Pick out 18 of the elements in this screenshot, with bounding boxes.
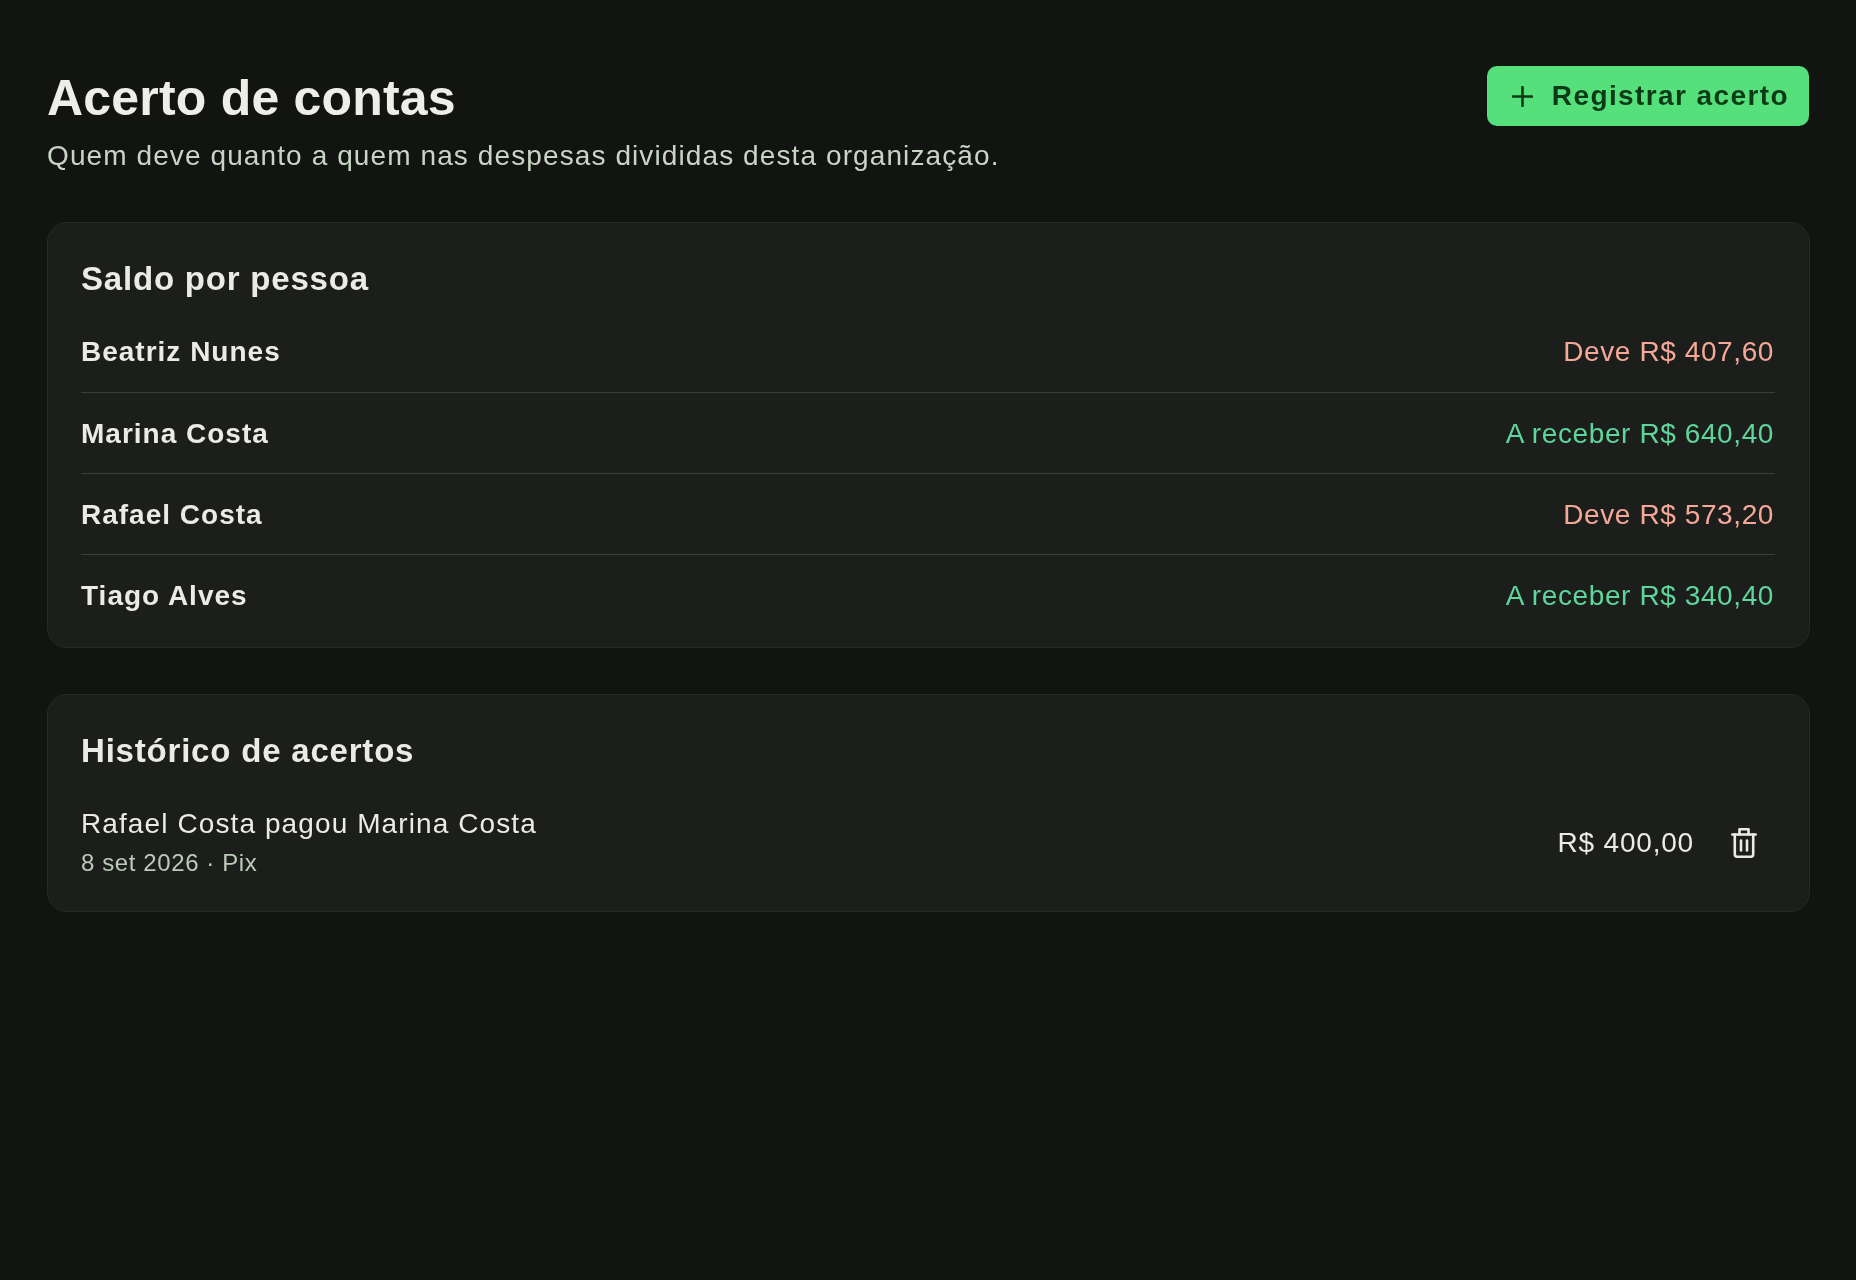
settlement-details: 8 set 2026 · Pix	[81, 848, 259, 878]
settlement-description: Rafael Costa pagou Marina Costa	[81, 807, 537, 841]
balance-amount: A receber R$ 340,40	[1505, 578, 1774, 613]
trash-icon	[1731, 827, 1757, 858]
person-name: Tiago Alves	[81, 578, 248, 613]
page-subtitle: Quem deve quanto a quem nas despesas divididas desta organização.	[47, 139, 1000, 173]
person-name: Marina Costa	[81, 416, 269, 451]
plus-icon	[1511, 85, 1533, 107]
person-name: Beatriz Nunes	[81, 335, 281, 369]
settlement-amount: R$ 400,00	[1557, 825, 1694, 860]
register-settlement-button[interactable]: Registrar acerto	[1486, 66, 1809, 126]
card-title: Saldo por pessoa	[81, 259, 370, 299]
balance-amount: Deve R$ 407,60	[1563, 335, 1774, 369]
page-title: Acerto de contas	[47, 70, 457, 126]
balance-amount: A receber R$ 640,40	[1505, 416, 1774, 451]
card-title: Histórico de acertos	[81, 731, 416, 771]
person-name: Rafael Costa	[81, 497, 263, 532]
balance-amount: Deve R$ 573,20	[1563, 497, 1774, 532]
